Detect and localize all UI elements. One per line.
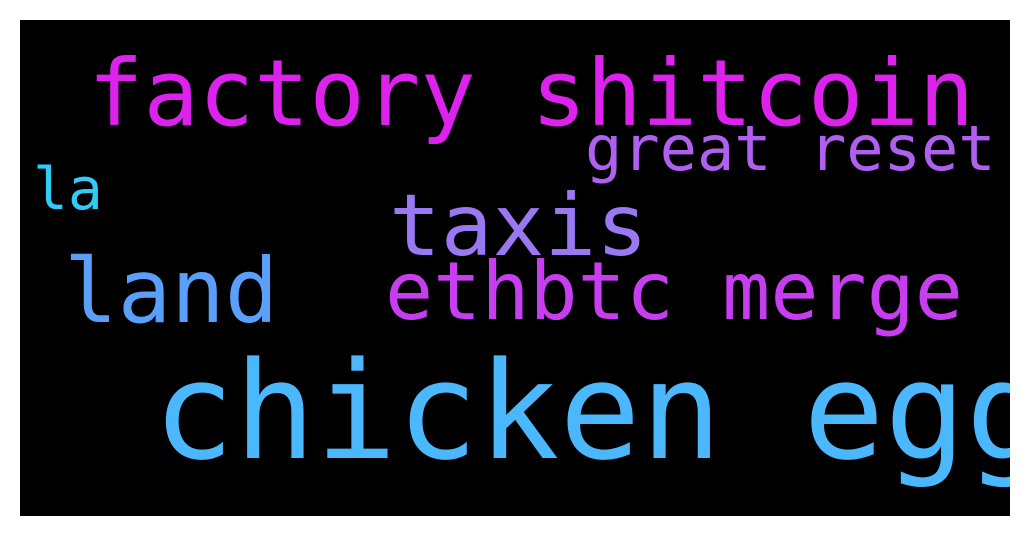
word-chicken-egg: chicken egg	[153, 333, 1010, 490]
word-great-reset: great reset	[585, 112, 996, 185]
word-la: la	[33, 155, 103, 223]
word-cloud: factory shitcoin great reset la taxis la…	[20, 20, 1010, 516]
word-land: land	[64, 239, 279, 343]
word-ethbtc-merge: ethbtc merge	[385, 245, 963, 338]
